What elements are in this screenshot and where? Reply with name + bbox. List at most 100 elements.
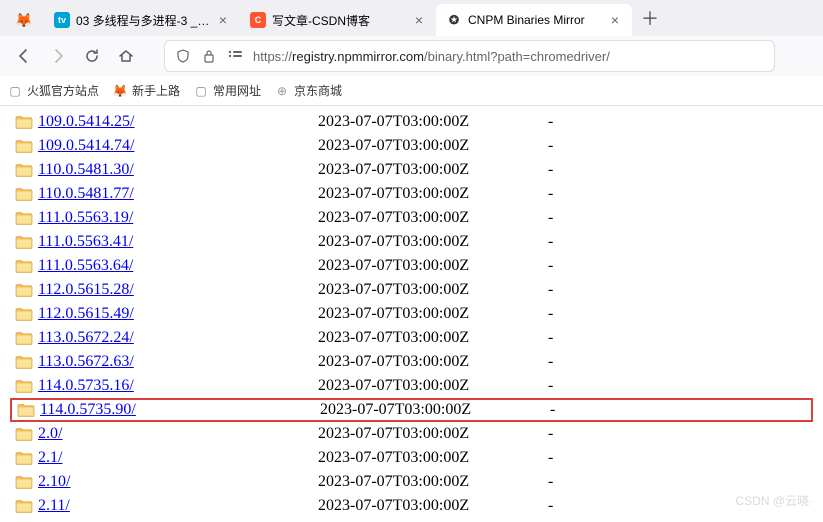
directory-link[interactable]: 109.0.5414.25/ xyxy=(38,113,134,130)
url-bar[interactable]: https://registry.npmmirror.com/binary.ht… xyxy=(164,40,775,72)
shield-icon[interactable] xyxy=(175,49,191,63)
folder-icon xyxy=(10,427,38,441)
tab-bilibili[interactable]: tv 03 多线程与多进程-3 _哔哩哔哩... × xyxy=(44,4,240,36)
close-icon[interactable]: × xyxy=(216,13,230,27)
size: - xyxy=(548,305,553,323)
size: - xyxy=(548,209,553,227)
modified-date: 2023-07-07T03:00:00Z xyxy=(318,185,548,203)
directory-link[interactable]: 109.0.5414.74/ xyxy=(38,137,134,154)
modified-date: 2023-07-07T03:00:00Z xyxy=(318,113,548,131)
modified-date: 2023-07-07T03:00:00Z xyxy=(318,257,548,275)
size: - xyxy=(550,401,555,419)
table-row: 114.0.5735.16/2023-07-07T03:00:00Z- xyxy=(10,374,813,398)
tab-title: 写文章-CSDN博客 xyxy=(272,12,406,29)
modified-date: 2023-07-07T03:00:00Z xyxy=(318,137,548,155)
permissions-icon[interactable] xyxy=(227,50,243,62)
directory-link[interactable]: 112.0.5615.49/ xyxy=(38,305,134,322)
firefox-icon: 🦊 xyxy=(113,84,127,98)
forward-button[interactable] xyxy=(42,40,74,72)
folder-icon xyxy=(10,259,38,273)
tab-title: 03 多线程与多进程-3 _哔哩哔哩... xyxy=(76,12,210,29)
tab-npmmirror[interactable]: ✪ CNPM Binaries Mirror × xyxy=(436,4,632,36)
size: - xyxy=(548,497,553,515)
directory-link[interactable]: 2.10/ xyxy=(38,473,70,490)
size: - xyxy=(548,185,553,203)
back-button[interactable] xyxy=(8,40,40,72)
globe-icon: ⊕ xyxy=(275,84,289,98)
modified-date: 2023-07-07T03:00:00Z xyxy=(320,401,550,419)
directory-link[interactable]: 114.0.5735.16/ xyxy=(38,377,134,394)
folder-icon xyxy=(10,211,38,225)
directory-link[interactable]: 110.0.5481.77/ xyxy=(38,185,134,202)
folder-icon xyxy=(10,235,38,249)
modified-date: 2023-07-07T03:00:00Z xyxy=(318,209,548,227)
tab-bar: 🦊 tv 03 多线程与多进程-3 _哔哩哔哩... × C 写文章-CSDN博… xyxy=(0,0,823,36)
close-icon[interactable]: × xyxy=(608,13,622,27)
csdn-icon: C xyxy=(250,12,266,28)
folder-icon xyxy=(10,475,38,489)
directory-link[interactable]: 111.0.5563.41/ xyxy=(38,233,133,250)
folder-icon xyxy=(10,499,38,513)
size: - xyxy=(548,161,553,179)
modified-date: 2023-07-07T03:00:00Z xyxy=(318,497,548,515)
bookmark-bar: ▢火狐官方站点 🦊新手上路 ▢常用网址 ⊕京东商城 xyxy=(0,76,823,106)
folder-icon xyxy=(10,187,38,201)
table-row: 110.0.5481.30/2023-07-07T03:00:00Z- xyxy=(10,158,813,182)
directory-link[interactable]: 110.0.5481.30/ xyxy=(38,161,134,178)
bilibili-icon: tv xyxy=(54,12,70,28)
folder-icon: ▢ xyxy=(8,84,22,98)
lock-icon[interactable] xyxy=(201,49,217,63)
directory-link[interactable]: 2.1/ xyxy=(38,449,62,466)
tab-title: CNPM Binaries Mirror xyxy=(468,13,602,27)
directory-link[interactable]: 2.0/ xyxy=(38,425,62,442)
table-row: 114.0.5735.90/2023-07-07T03:00:00Z- xyxy=(10,398,813,422)
tab-firefox-home[interactable]: 🦊 xyxy=(4,4,44,36)
size: - xyxy=(548,257,553,275)
bookmark-item[interactable]: ⊕京东商城 xyxy=(275,82,342,99)
size: - xyxy=(548,449,553,467)
directory-link[interactable]: 111.0.5563.64/ xyxy=(38,257,133,274)
table-row: 113.0.5672.63/2023-07-07T03:00:00Z- xyxy=(10,350,813,374)
modified-date: 2023-07-07T03:00:00Z xyxy=(318,353,548,371)
home-button[interactable] xyxy=(110,40,142,72)
folder-icon xyxy=(10,355,38,369)
directory-link[interactable]: 114.0.5735.90/ xyxy=(40,401,136,418)
tab-csdn[interactable]: C 写文章-CSDN博客 × xyxy=(240,4,436,36)
folder-icon xyxy=(10,307,38,321)
modified-date: 2023-07-07T03:00:00Z xyxy=(318,161,548,179)
folder-icon xyxy=(10,139,38,153)
size: - xyxy=(548,281,553,299)
firefox-icon: 🦊 xyxy=(16,12,32,28)
size: - xyxy=(548,329,553,347)
size: - xyxy=(548,137,553,155)
directory-link[interactable]: 111.0.5563.19/ xyxy=(38,209,133,226)
directory-link[interactable]: 113.0.5672.63/ xyxy=(38,353,134,370)
bookmark-item[interactable]: ▢常用网址 xyxy=(194,82,261,99)
folder-icon xyxy=(10,283,38,297)
bookmark-item[interactable]: 🦊新手上路 xyxy=(113,82,180,99)
directory-link[interactable]: 112.0.5615.28/ xyxy=(38,281,134,298)
folder-icon xyxy=(10,115,38,129)
table-row: 111.0.5563.41/2023-07-07T03:00:00Z- xyxy=(10,230,813,254)
modified-date: 2023-07-07T03:00:00Z xyxy=(318,305,548,323)
watermark: CSDN @云晓· xyxy=(735,492,813,509)
bookmark-item[interactable]: ▢火狐官方站点 xyxy=(8,82,99,99)
reload-button[interactable] xyxy=(76,40,108,72)
table-row: 2.0/2023-07-07T03:00:00Z- xyxy=(10,422,813,446)
directory-link[interactable]: 113.0.5672.24/ xyxy=(38,329,134,346)
directory-link[interactable]: 2.11/ xyxy=(38,497,70,514)
folder-icon: ▢ xyxy=(194,84,208,98)
table-row: 2.11/2023-07-07T03:00:00Z- xyxy=(10,494,813,518)
table-row: 112.0.5615.28/2023-07-07T03:00:00Z- xyxy=(10,278,813,302)
table-row: 2.10/2023-07-07T03:00:00Z- xyxy=(10,470,813,494)
size: - xyxy=(548,353,553,371)
table-row: 110.0.5481.77/2023-07-07T03:00:00Z- xyxy=(10,182,813,206)
folder-icon xyxy=(10,379,38,393)
modified-date: 2023-07-07T03:00:00Z xyxy=(318,233,548,251)
modified-date: 2023-07-07T03:00:00Z xyxy=(318,449,548,467)
new-tab-button[interactable]: ＋ xyxy=(636,4,664,32)
folder-icon xyxy=(10,451,38,465)
nav-bar: https://registry.npmmirror.com/binary.ht… xyxy=(0,36,823,76)
folder-icon xyxy=(10,163,38,177)
close-icon[interactable]: × xyxy=(412,13,426,27)
